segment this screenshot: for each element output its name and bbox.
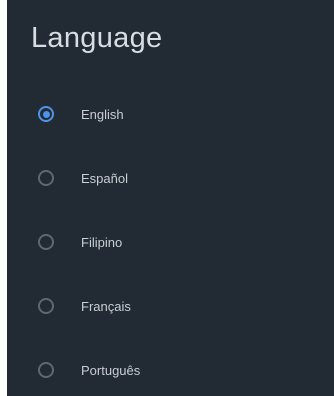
language-option-label: Filipino xyxy=(81,234,123,250)
language-option-label: Português xyxy=(81,362,141,378)
language-option-francais[interactable]: Français xyxy=(7,274,334,338)
radio-checked-icon[interactable] xyxy=(38,106,54,122)
language-option-filipino[interactable]: Filipino xyxy=(7,210,334,274)
radio-unchecked-icon[interactable] xyxy=(38,170,54,186)
language-option-espanol[interactable]: Español xyxy=(7,146,334,210)
dialog-title: Language xyxy=(31,22,163,54)
radio-unchecked-icon[interactable] xyxy=(38,234,54,250)
radio-unchecked-icon[interactable] xyxy=(38,298,54,314)
language-option-label: Français xyxy=(81,298,131,314)
radio-unchecked-icon[interactable] xyxy=(38,362,54,378)
language-option-portugues[interactable]: Português xyxy=(7,338,334,396)
language-option-label: English xyxy=(81,106,124,122)
language-option-label: Español xyxy=(81,170,128,186)
language-dialog: Language English Español Filipino França… xyxy=(7,0,334,396)
language-options-list: English Español Filipino Français Portug… xyxy=(7,82,334,396)
language-option-english[interactable]: English xyxy=(7,82,334,146)
